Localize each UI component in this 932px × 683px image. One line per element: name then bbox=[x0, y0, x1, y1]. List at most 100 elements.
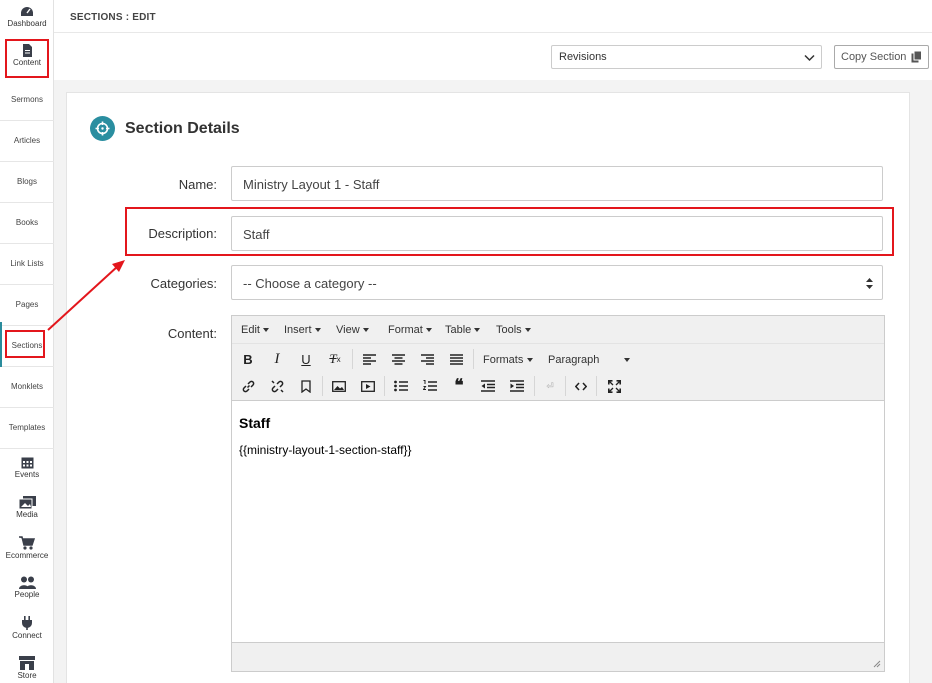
categories-label: Categories: bbox=[150, 276, 217, 291]
link-icon[interactable] bbox=[239, 377, 257, 395]
menu-label: Insert bbox=[284, 324, 312, 336]
copy-section-label: Copy Section bbox=[841, 51, 907, 63]
content-paragraph: {{ministry-layout-1-section-staff}} bbox=[239, 443, 412, 457]
toolbar-divider bbox=[473, 349, 474, 369]
resize-handle-icon[interactable] bbox=[873, 660, 881, 668]
unlink-icon[interactable] bbox=[268, 377, 286, 395]
people-icon bbox=[18, 576, 36, 589]
formats-dropdown[interactable]: Formats bbox=[483, 354, 534, 366]
editor-toolbar: B I U Tx Formats Paragraph ❝ ⏎ bbox=[232, 344, 884, 401]
categories-value: -- Choose a category -- bbox=[243, 276, 377, 291]
sort-icon bbox=[866, 278, 873, 289]
clear-formatting-icon[interactable]: Tx bbox=[326, 350, 344, 368]
bold-icon[interactable]: B bbox=[239, 350, 257, 368]
align-right-icon[interactable] bbox=[418, 350, 436, 368]
cart-icon bbox=[19, 536, 35, 550]
editor-content-area[interactable]: Staff {{ministry-layout-1-section-staff}… bbox=[232, 401, 884, 641]
menu-tools[interactable]: Tools bbox=[496, 324, 531, 336]
dashboard-icon bbox=[21, 7, 33, 16]
outdent-icon[interactable] bbox=[479, 377, 497, 395]
underline-icon[interactable]: U bbox=[297, 350, 315, 368]
fullscreen-icon[interactable] bbox=[605, 377, 623, 395]
active-indicator bbox=[0, 322, 2, 367]
revisions-value: Revisions bbox=[559, 51, 607, 63]
highlight-content bbox=[5, 39, 49, 78]
sidebar-item-dashboard[interactable]: Dashboard bbox=[0, 6, 54, 28]
italic-icon[interactable]: I bbox=[268, 350, 286, 368]
sidebar-item-monklets[interactable]: Monklets bbox=[0, 367, 54, 408]
align-left-icon[interactable] bbox=[360, 350, 378, 368]
categories-select[interactable]: -- Choose a category -- bbox=[231, 265, 883, 300]
bookmark-icon[interactable] bbox=[297, 377, 315, 395]
sidebar-item-store[interactable]: Store bbox=[0, 656, 54, 680]
block-format-label: Paragraph bbox=[548, 354, 600, 366]
menu-label: View bbox=[336, 324, 360, 336]
menu-insert[interactable]: Insert bbox=[284, 324, 321, 336]
block-format-dropdown[interactable]: Paragraph bbox=[548, 354, 630, 366]
sidebar-item-label: Store bbox=[17, 671, 37, 680]
sidebar-item-label: Ecommerce bbox=[5, 551, 49, 560]
chevron-down-icon bbox=[804, 54, 815, 62]
media-icon[interactable] bbox=[359, 377, 377, 395]
sidebar-item-media[interactable]: Media bbox=[0, 496, 54, 519]
highlight-sections bbox=[5, 330, 45, 358]
sidebar-item-articles[interactable]: Articles bbox=[0, 121, 54, 162]
name-input[interactable]: Ministry Layout 1 - Staff bbox=[231, 166, 883, 201]
crosshairs-icon bbox=[90, 116, 115, 141]
code-icon[interactable] bbox=[572, 377, 590, 395]
nonbreaking-icon[interactable]: ⏎ bbox=[541, 377, 559, 395]
align-justify-icon[interactable] bbox=[447, 350, 465, 368]
sidebar-item-books[interactable]: Books bbox=[0, 203, 54, 244]
menu-label: Tools bbox=[496, 324, 522, 336]
sidebar-item-link-lists[interactable]: Link Lists bbox=[0, 244, 54, 285]
toolbar-divider bbox=[384, 376, 385, 396]
formats-label: Formats bbox=[483, 354, 524, 366]
toolbar-divider bbox=[352, 349, 353, 369]
blockquote-icon[interactable]: ❝ bbox=[450, 376, 468, 395]
align-center-icon[interactable] bbox=[389, 350, 407, 368]
image-icon[interactable] bbox=[330, 377, 348, 395]
card-title: Section Details bbox=[125, 120, 240, 137]
breadcrumb: SECTIONS : EDIT bbox=[70, 12, 156, 23]
toolbar-divider bbox=[565, 376, 566, 396]
menu-label: Table bbox=[445, 324, 472, 336]
sidebar-item-label: Events bbox=[14, 470, 40, 479]
toolbar-divider bbox=[534, 376, 535, 396]
section-details-card: Section Details Name: Ministry Layout 1 … bbox=[66, 92, 910, 683]
highlight-description bbox=[125, 207, 894, 256]
indent-icon[interactable] bbox=[508, 377, 526, 395]
copy-section-button[interactable]: Copy Section bbox=[834, 45, 929, 69]
toolbar-divider bbox=[596, 376, 597, 396]
toolbar-divider bbox=[322, 376, 323, 396]
rich-text-editor: Edit Insert View Format Table Tools B I … bbox=[231, 315, 885, 672]
sidebar-item-sermons[interactable]: Sermons bbox=[0, 80, 54, 121]
name-label: Name: bbox=[178, 177, 217, 192]
menu-format[interactable]: Format bbox=[388, 324, 432, 336]
editor-menubar: Edit Insert View Format Table Tools bbox=[232, 316, 884, 344]
sidebar-item-pages[interactable]: Pages bbox=[0, 285, 54, 326]
sidebar-item-ecommerce[interactable]: Ecommerce bbox=[0, 536, 54, 560]
numbered-list-icon[interactable] bbox=[421, 377, 439, 395]
menu-view[interactable]: View bbox=[336, 324, 369, 336]
menu-edit[interactable]: Edit bbox=[241, 324, 269, 336]
sidebar-item-label: Dashboard bbox=[7, 19, 47, 28]
sidebar-item-connect[interactable]: Connect bbox=[0, 616, 54, 640]
store-icon bbox=[19, 656, 35, 670]
sidebar-item-label: People bbox=[14, 590, 40, 599]
content-heading: Staff bbox=[239, 415, 271, 431]
plug-icon bbox=[22, 616, 32, 630]
sidebar-item-blogs[interactable]: Blogs bbox=[0, 162, 54, 203]
sidebar-item-people[interactable]: People bbox=[0, 576, 54, 599]
sidebar-item-events[interactable]: Events bbox=[0, 456, 54, 479]
menu-table[interactable]: Table bbox=[445, 324, 481, 336]
menu-label: Format bbox=[388, 324, 423, 336]
revisions-select[interactable]: Revisions bbox=[551, 45, 822, 69]
bullet-list-icon[interactable] bbox=[392, 377, 410, 395]
editor-statusbar bbox=[232, 642, 884, 671]
top-header: SECTIONS : EDIT bbox=[54, 0, 932, 33]
sidebar-item-label: Connect bbox=[12, 631, 42, 640]
copy-icon bbox=[911, 51, 922, 63]
images-icon bbox=[18, 496, 36, 509]
menu-label: Edit bbox=[241, 324, 260, 336]
sidebar-item-templates[interactable]: Templates bbox=[0, 408, 54, 449]
